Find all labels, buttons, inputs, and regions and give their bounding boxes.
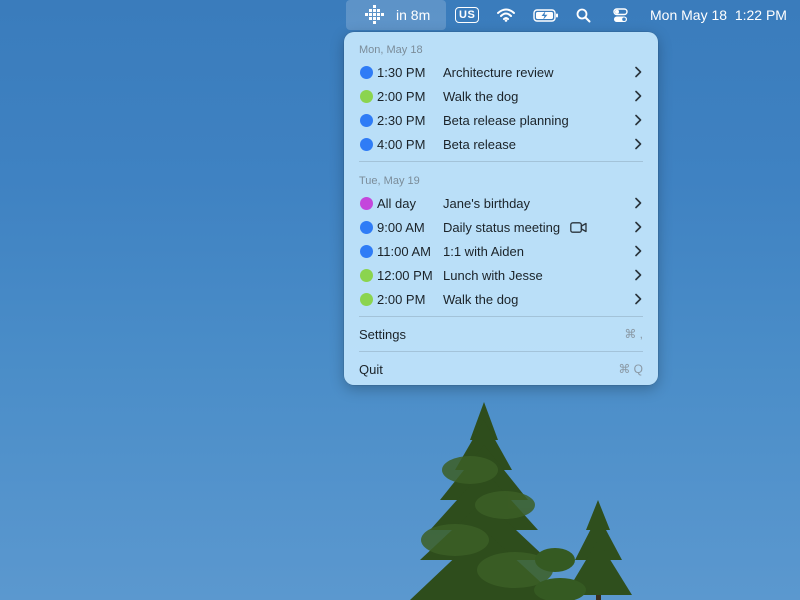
event-time: 2:00 PM — [377, 88, 426, 104]
calendar-events-menu: Mon, May 18 1:30 PM Architecture review … — [344, 32, 658, 385]
event-title: Jane's birthday — [443, 195, 531, 211]
spotlight-item[interactable] — [576, 0, 591, 30]
chevron-right-icon — [635, 197, 642, 209]
search-icon — [576, 8, 591, 22]
event-row[interactable]: 1:30 PM Architecture review — [344, 60, 658, 84]
divider — [359, 316, 643, 317]
date-time-label: Mon May 18 1:22 PM — [650, 7, 787, 23]
quit-label: Quit — [359, 361, 383, 377]
event-row[interactable]: 12:00 PM Lunch with Jesse — [344, 263, 658, 287]
event-time: 12:00 PM — [377, 267, 433, 283]
battery-status-item[interactable] — [533, 0, 559, 30]
settings-shortcut: ⌘ , — [624, 327, 643, 341]
calendar-color-dot — [360, 292, 373, 306]
event-time: 4:00 PM — [377, 136, 426, 152]
quit-menu-item[interactable]: Quit ⌘ Q — [344, 357, 658, 381]
event-row[interactable]: All day Jane's birthday — [344, 191, 658, 215]
calendar-color-dot — [360, 244, 373, 258]
calendar-color-dot — [360, 137, 373, 151]
event-time: 11:00 AM — [377, 243, 431, 259]
event-title: Lunch with Jesse — [443, 267, 543, 283]
input-source-item[interactable]: US — [455, 0, 480, 30]
menu-bar: in 8m US Mon May 18 1:22 PM — [0, 0, 800, 30]
control-center-icon — [613, 7, 628, 22]
event-title: Architecture review — [443, 64, 554, 80]
event-time: All day — [377, 195, 417, 211]
calendar-color-dot — [360, 113, 373, 127]
event-row[interactable]: 11:00 AM 1:1 with Aiden — [344, 239, 658, 263]
control-center-item[interactable] — [613, 0, 628, 30]
event-row[interactable]: 2:00 PM Walk the dog — [344, 287, 658, 311]
chevron-right-icon — [635, 269, 642, 281]
quit-shortcut: ⌘ Q — [618, 362, 643, 376]
calendar-status-item[interactable]: in 8m — [346, 0, 446, 30]
event-title: Daily status meeting — [443, 219, 561, 235]
event-row[interactable]: 9:00 AM Daily status meeting — [344, 215, 658, 239]
event-title: Walk the dog — [443, 88, 519, 104]
chevron-right-icon — [635, 90, 642, 102]
event-title: Walk the dog — [443, 291, 519, 307]
clock-item[interactable]: Mon May 18 1:22 PM — [650, 0, 787, 30]
event-row[interactable]: 2:00 PM Walk the dog — [344, 84, 658, 108]
calendar-color-dot — [360, 89, 373, 103]
calendar-color-dot — [360, 65, 373, 79]
day-header-tue: Tue, May 19 — [359, 175, 420, 187]
event-title: Beta release — [443, 136, 516, 152]
chevron-right-icon — [635, 138, 642, 150]
settings-menu-item[interactable]: Settings ⌘ , — [344, 322, 658, 346]
divider — [359, 351, 643, 352]
calendar-app-icon — [365, 5, 384, 24]
event-time: 9:00 AM — [377, 219, 425, 235]
event-title-with-video: Daily status meeting — [443, 220, 587, 235]
wifi-status-item[interactable] — [497, 0, 515, 30]
event-row[interactable]: 2:30 PM Beta release planning — [344, 108, 658, 132]
calendar-color-dot — [360, 220, 373, 234]
next-event-countdown: in 8m — [396, 7, 431, 23]
event-time: 2:00 PM — [377, 291, 426, 307]
chevron-right-icon — [635, 114, 642, 126]
settings-label: Settings — [359, 326, 406, 342]
divider — [359, 161, 643, 162]
battery-charging-icon — [533, 8, 558, 22]
day-header-mon: Mon, May 18 — [359, 44, 423, 56]
event-title: 1:1 with Aiden — [443, 243, 524, 259]
calendar-color-dot — [360, 196, 373, 210]
event-time: 1:30 PM — [377, 64, 426, 80]
chevron-right-icon — [635, 245, 642, 257]
video-camera-icon — [570, 221, 587, 233]
wifi-icon — [497, 8, 515, 22]
event-row[interactable]: 4:00 PM Beta release — [344, 132, 658, 156]
event-time: 2:30 PM — [377, 112, 426, 128]
chevron-right-icon — [635, 293, 642, 305]
input-source-badge: US — [455, 7, 480, 23]
event-title: Beta release planning — [443, 112, 569, 128]
calendar-color-dot — [360, 268, 373, 282]
chevron-right-icon — [635, 221, 642, 233]
chevron-right-icon — [635, 66, 642, 78]
